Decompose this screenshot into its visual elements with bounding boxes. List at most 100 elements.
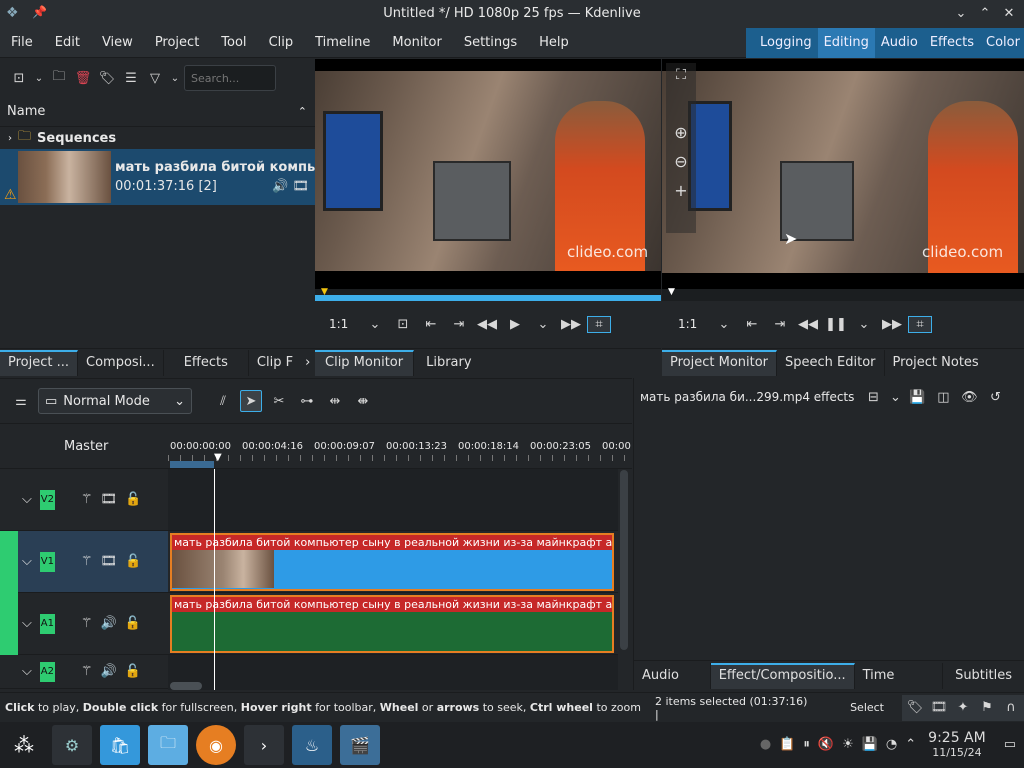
reset-icon[interactable]: ↺ bbox=[984, 386, 1006, 408]
track-v1[interactable]: мать разбила битой компьютер сыну в реал… bbox=[168, 531, 618, 593]
menu-view[interactable]: View bbox=[91, 28, 144, 58]
layout-audio[interactable]: Audio bbox=[875, 28, 924, 58]
tag-icon[interactable]: 🏷 bbox=[904, 697, 926, 719]
master-label[interactable]: Master bbox=[0, 425, 168, 469]
layout-color[interactable]: Color bbox=[980, 28, 1024, 58]
menu-monitor[interactable]: Monitor bbox=[381, 28, 452, 58]
tab-project-monitor[interactable]: Project Monitor bbox=[662, 349, 778, 376]
active-track-marker[interactable] bbox=[0, 593, 18, 655]
zoom-chevron-icon[interactable]: ⌄ bbox=[712, 317, 736, 332]
track-a1[interactable]: мать разбила битой компьютер сыну в реал… bbox=[168, 593, 618, 655]
project-monitor-ruler[interactable]: ▼ bbox=[662, 287, 1024, 301]
clipboard-icon[interactable]: 📋 bbox=[779, 737, 795, 752]
slide-tool-icon[interactable]: ⇼ bbox=[352, 390, 374, 412]
close-icon[interactable]: ✕ bbox=[1001, 6, 1017, 22]
menu-help[interactable]: Help bbox=[528, 28, 580, 58]
show-desktop-icon[interactable]: ▭ bbox=[1004, 737, 1016, 752]
tray-expand-icon[interactable]: ⌃ bbox=[905, 737, 916, 752]
video-toggle-icon[interactable]: 🎞 bbox=[101, 554, 118, 569]
audio-waveform-icon[interactable]: ✦ bbox=[952, 697, 974, 719]
storage-icon[interactable]: 💾 bbox=[862, 737, 878, 752]
collapse-icon[interactable]: ⌵ bbox=[22, 616, 32, 631]
volume-muted-icon[interactable]: 🔇 bbox=[818, 737, 834, 752]
forward-icon[interactable]: ▶▶ bbox=[559, 317, 583, 332]
set-in-icon[interactable]: ⇤ bbox=[419, 317, 443, 332]
visibility-icon[interactable]: 👁 bbox=[958, 386, 980, 408]
project-monitor-view[interactable]: clideo.com ⛶ ⊕ ⊖ + ➤ bbox=[662, 59, 1024, 289]
column-name[interactable]: Name bbox=[7, 104, 45, 119]
collapse-icon[interactable]: ⌵ bbox=[22, 492, 32, 507]
layout-logging[interactable]: Logging bbox=[754, 28, 818, 58]
delete-icon[interactable]: 🗑 bbox=[72, 67, 94, 89]
project-zoom-value[interactable]: 1:1 bbox=[678, 317, 708, 331]
tab-library[interactable]: Library bbox=[414, 350, 483, 376]
tab-project-notes[interactable]: Project Notes bbox=[885, 350, 987, 376]
filter-icon[interactable]: ▽ bbox=[144, 67, 166, 89]
split-compare-icon[interactable]: ◫ bbox=[932, 386, 954, 408]
lock-icon[interactable]: 🔓 bbox=[125, 554, 141, 569]
bin-clip-row[interactable]: ⚠ мать разбила битой компьют 00:01:37:16… bbox=[0, 149, 315, 205]
fit-icon[interactable]: ⊡ bbox=[391, 317, 415, 332]
timeline-vertical-scrollbar[interactable] bbox=[620, 470, 628, 650]
zoom-chevron-icon[interactable]: ⌄ bbox=[363, 317, 387, 332]
sort-up-icon[interactable]: ⌃ bbox=[298, 105, 307, 118]
timeline-horizontal-scrollbar[interactable] bbox=[170, 682, 202, 690]
media-pause-icon[interactable]: ⏸ bbox=[803, 737, 810, 752]
video-toggle-icon[interactable]: 🎞 bbox=[101, 492, 118, 507]
forward-icon[interactable]: ▶▶ bbox=[880, 317, 904, 332]
slip-tool-icon[interactable]: ⊶ bbox=[296, 390, 318, 412]
zoom-in-icon[interactable]: ⊕ bbox=[666, 123, 696, 142]
maximize-icon[interactable]: ⌃ bbox=[977, 6, 993, 22]
lock-icon[interactable]: 🔓 bbox=[125, 492, 141, 507]
video-clip[interactable]: мать разбила битой компьютер сыну в реал… bbox=[170, 533, 614, 591]
track-v2[interactable] bbox=[168, 469, 618, 531]
fullscreen-icon[interactable]: ⛶ bbox=[666, 67, 696, 83]
ripple-tool-icon[interactable]: ⇹ bbox=[324, 390, 346, 412]
collapse-icon[interactable]: ⌵ bbox=[22, 664, 32, 679]
tabs-scroll-right-icon[interactable]: › bbox=[305, 355, 310, 370]
clip-monitor-view[interactable]: clideo.com bbox=[315, 59, 661, 289]
track-a2[interactable] bbox=[168, 655, 618, 690]
app-launcher-icon[interactable]: ⁂ bbox=[4, 725, 44, 765]
tab-speech-editor[interactable]: Speech Editor bbox=[777, 349, 885, 376]
steam-icon[interactable]: ♨ bbox=[292, 725, 332, 765]
discover-icon[interactable]: 🛍 bbox=[100, 725, 140, 765]
crop-icon[interactable]: ⌗ bbox=[587, 315, 611, 333]
play-chevron-icon[interactable]: ⌄ bbox=[852, 317, 876, 332]
rewind-icon[interactable]: ◀◀ bbox=[475, 317, 499, 332]
menu-timeline[interactable]: Timeline bbox=[304, 28, 381, 58]
lock-icon[interactable]: 🔓 bbox=[125, 616, 141, 631]
timeline-ruler[interactable]: 00:00:00:00 00:00:04:16 00:00:09:07 00:0… bbox=[168, 425, 632, 469]
track-header-v1[interactable]: ⌵ V1 ⚚ 🎞 🔓 bbox=[0, 531, 168, 593]
razor-tool-icon[interactable]: ✂ bbox=[268, 390, 290, 412]
tab-audio-mixer[interactable]: Audio M... bbox=[634, 662, 711, 709]
effects-wand-icon[interactable]: ⚚ bbox=[81, 616, 93, 631]
menu-edit[interactable]: Edit bbox=[44, 28, 91, 58]
tab-effect-composition[interactable]: Effect/Compositio... bbox=[710, 662, 855, 689]
markers-icon[interactable]: ⚑ bbox=[976, 697, 998, 719]
zone-bar[interactable] bbox=[170, 461, 214, 468]
select-tool-icon[interactable]: ➤ bbox=[240, 390, 262, 412]
spacer-tool-icon[interactable]: ⫽ bbox=[212, 390, 234, 412]
chevron-down-icon[interactable]: ⌄ bbox=[888, 386, 902, 408]
track-header-a1[interactable]: ⌵ A1 ⚚ 🔊 🔓 bbox=[0, 593, 168, 655]
network-icon[interactable]: ◔ bbox=[886, 737, 897, 752]
menu-project[interactable]: Project bbox=[144, 28, 210, 58]
brightness-icon[interactable]: ☀ bbox=[842, 737, 854, 752]
list-view-icon[interactable]: ☰ bbox=[120, 67, 142, 89]
layout-editing[interactable]: Editing bbox=[817, 28, 875, 58]
kdenlive-task-icon[interactable]: 🎬 bbox=[340, 725, 380, 765]
track-header-v2[interactable]: ⌵ V2 ⚚ 🎞 🔓 bbox=[0, 469, 168, 531]
bin-search-input[interactable] bbox=[184, 65, 276, 91]
playhead-line[interactable] bbox=[214, 469, 215, 690]
play-chevron-icon[interactable]: ⌄ bbox=[531, 317, 555, 332]
lock-icon[interactable]: 🔓 bbox=[125, 664, 141, 679]
clock[interactable]: 9:25 AM 11/15/24 bbox=[928, 730, 986, 758]
chevron-down-icon[interactable]: ⌄ bbox=[32, 67, 46, 89]
menu-settings[interactable]: Settings bbox=[453, 28, 528, 58]
rewind-icon[interactable]: ◀◀ bbox=[796, 317, 820, 332]
minimize-icon[interactable]: ⌄ bbox=[953, 6, 969, 22]
filter-chevron-icon[interactable]: ⌄ bbox=[168, 67, 182, 89]
track-header-a2[interactable]: ⌵ A2 ⚚ 🔊 🔓 bbox=[0, 655, 168, 689]
add-marker-icon[interactable]: + bbox=[666, 181, 696, 200]
